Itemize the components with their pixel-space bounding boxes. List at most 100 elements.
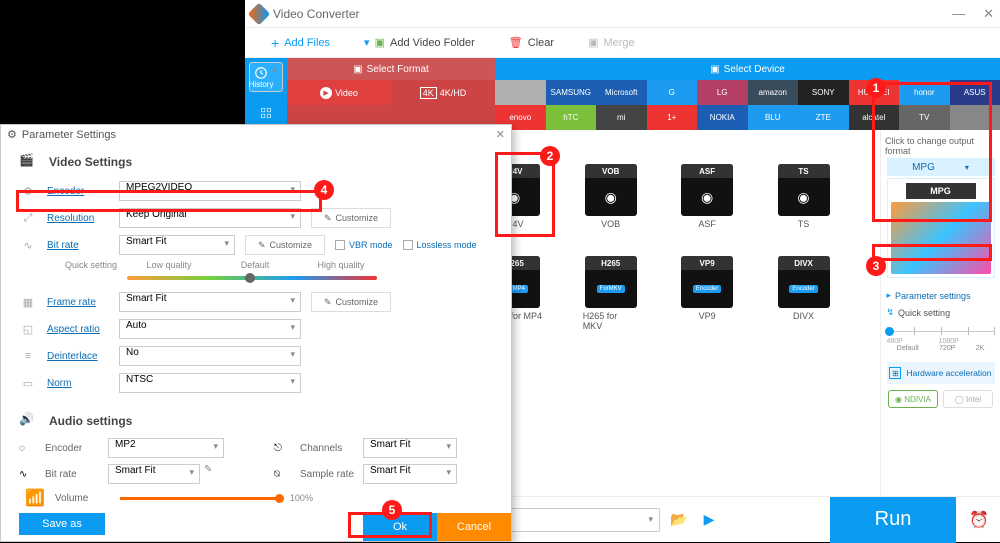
framerate-customize[interactable]: ✎Customize (311, 292, 391, 312)
framerate-label[interactable]: Frame rate (47, 297, 109, 308)
add-files-button[interactable]: +Add Files (271, 35, 330, 51)
tab-select-format[interactable]: ▣Select Format (287, 58, 495, 80)
brand-htc[interactable]: hTC (546, 105, 597, 130)
bitrate-select[interactable]: Smart Fit (119, 235, 235, 255)
format-video[interactable]: ▶Video (287, 80, 391, 105)
media-button[interactable]: ▶ (698, 509, 720, 531)
app-logo-icon (248, 2, 271, 25)
intel-chip[interactable]: ◯ Intel (943, 390, 993, 408)
audio-settings-icon: 🔊 (19, 412, 41, 430)
lossless-checkbox[interactable]: Lossless mode (403, 240, 477, 250)
brand-zte[interactable]: ZTE (798, 105, 849, 130)
history-icon (254, 66, 268, 80)
deinterlace-select[interactable]: No (119, 346, 301, 366)
open-folder-button[interactable]: 📂 (668, 509, 690, 531)
quick-setting-slider[interactable] (887, 324, 995, 338)
brand-microsoft[interactable]: Microsoft (596, 80, 647, 105)
format-item-ts[interactable]: TS◉TS (774, 162, 834, 231)
resolution-select[interactable]: Keep Original (119, 208, 301, 228)
chan-icon: ⎋ (274, 443, 292, 454)
framerate-select[interactable]: Smart Fit (119, 292, 301, 312)
parameter-settings-link[interactable]: ▸Parameter settings (887, 290, 995, 301)
titlebar: Video Converter — ✕ (245, 0, 1000, 28)
sample-icon: ⍉ (274, 469, 292, 480)
nvidia-chip[interactable]: ◉ NDIVIA (888, 390, 938, 408)
parameter-settings-dialog: ⚙ Parameter Settings ✕ 🎬 Video Settings … (0, 124, 512, 542)
quality-slider[interactable] (127, 276, 377, 280)
resolution-icon: ⤢ (19, 209, 37, 227)
deint-label[interactable]: Deinterlace (47, 351, 109, 362)
output-format-dropdown[interactable]: MPG (887, 158, 995, 176)
audio-encoder-select[interactable]: MP2 (108, 438, 224, 458)
brand-oneplus[interactable]: 1+ (647, 105, 698, 130)
deint-icon: ≡ (19, 347, 37, 365)
vbr-checkbox[interactable]: VBR mode (335, 240, 393, 250)
encoder-icon: ⚙ (19, 182, 37, 200)
video-encoder-select[interactable]: MPEG2VIDEO (119, 181, 301, 201)
brand-nokia[interactable]: NOKIA (697, 105, 748, 130)
sample-label: Sample rate (300, 469, 355, 480)
brand-tv[interactable]: TV (899, 105, 950, 130)
run-button[interactable]: Run (830, 497, 956, 543)
volume-slider[interactable] (120, 497, 280, 500)
brand-honor[interactable]: honor (899, 80, 950, 105)
encoder-label[interactable]: Encoder (47, 186, 109, 197)
sidebar-history[interactable]: History (249, 62, 283, 92)
brand-samsung[interactable]: SAMSUNG (546, 80, 597, 105)
bitrate-label[interactable]: Bit rate (47, 240, 109, 251)
norm-label[interactable]: Norm (47, 378, 109, 389)
hardware-accel: ⊞Hardware acceleration (887, 362, 995, 384)
volume-label: Volume (55, 493, 110, 504)
tab-select-device[interactable]: ▣Select Device (495, 58, 1000, 80)
format-item-h265 for mkv[interactable]: H265ForMKVH265 for MKV (581, 254, 641, 333)
brand-sony[interactable]: SONY (798, 80, 849, 105)
format-item-asf[interactable]: ASF◉ASF (677, 162, 737, 231)
output-preview[interactable]: MPG (887, 178, 995, 278)
dialog-close-button[interactable]: ✕ (496, 128, 505, 141)
norm-select[interactable]: NTSC (119, 373, 301, 393)
format-item-divx[interactable]: DIVXEncoderDIVX (774, 254, 834, 333)
brand-lg[interactable]: LG (697, 80, 748, 105)
aspect-label[interactable]: Aspect ratio (47, 324, 109, 335)
brand-alcatel[interactable]: alcatel (849, 105, 900, 130)
save-as-button[interactable]: Save as (19, 513, 105, 535)
abr-label: Bit rate (45, 469, 100, 480)
aspect-select[interactable]: Auto (119, 319, 301, 339)
brand-asus[interactable]: ASUS (950, 80, 1000, 105)
aenc-label: Encoder (45, 443, 100, 454)
merge-button[interactable]: ▣Merge (588, 36, 635, 49)
dialog-title: Parameter Settings (22, 129, 116, 141)
brand-amazon[interactable]: amazon (748, 80, 799, 105)
video-settings-icon: 🎬 (19, 153, 41, 171)
brand-blu[interactable]: BLU (748, 105, 799, 130)
cancel-button[interactable]: Cancel (437, 513, 511, 541)
add-folder-button[interactable]: ▾▣Add Video Folder (364, 36, 475, 49)
format-item-vob[interactable]: VOB◉VOB (581, 162, 641, 231)
brand-mi[interactable]: mi (596, 105, 647, 130)
clear-button[interactable]: 🗑Clear (509, 36, 554, 49)
resolution-label[interactable]: Resolution (47, 213, 109, 224)
sample-select[interactable]: Smart Fit (363, 464, 457, 484)
alarm-button[interactable]: ⏰ (964, 510, 994, 530)
audio-bitrate-select[interactable]: Smart Fit (108, 464, 200, 484)
minimize-button[interactable]: — (952, 6, 965, 22)
audio-bitrate-edit[interactable]: ✎ (204, 464, 212, 484)
format-4k[interactable]: 4K4K/HD (391, 80, 495, 105)
brand-apple[interactable] (495, 80, 546, 105)
close-button[interactable]: ✕ (983, 6, 994, 22)
format-item-vp9[interactable]: VP9EncoderVP9 (677, 254, 737, 333)
gear-icon: ⚙ (7, 128, 17, 141)
volume-icon: 📶 (25, 488, 45, 508)
ok-button[interactable]: Ok (363, 513, 437, 541)
brand-google[interactable]: G (647, 80, 698, 105)
channels-select[interactable]: Smart Fit (363, 438, 457, 458)
preview-image (891, 202, 991, 274)
chan-label: Channels (300, 443, 355, 454)
resolution-customize[interactable]: ✎Customize (311, 208, 391, 228)
output-hint: Click to change output format (885, 136, 996, 156)
output-preview-label: MPG (906, 183, 976, 199)
grid-icon (259, 106, 273, 120)
brand-more[interactable] (950, 105, 1000, 130)
abr-icon: ∿ (19, 469, 37, 480)
bitrate-customize[interactable]: ✎Customize (245, 235, 325, 255)
